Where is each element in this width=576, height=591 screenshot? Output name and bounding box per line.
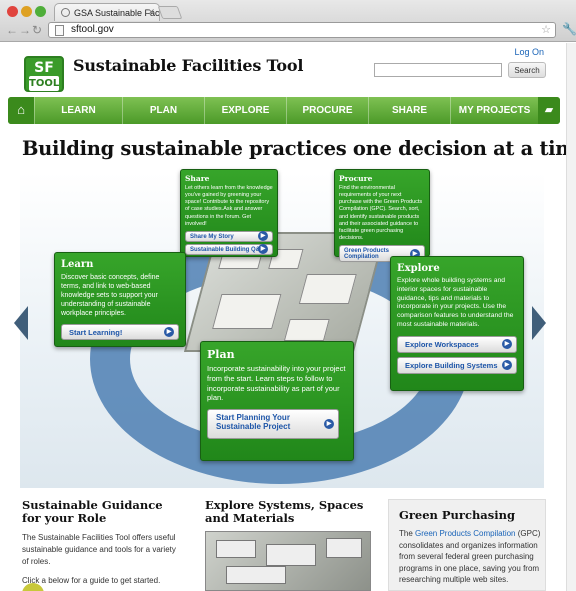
explore-title: Explore	[397, 263, 440, 274]
start-planning-label: Start Planning Your Sustainable Project	[216, 413, 291, 431]
page-content: SF TOOL Sustainable Facilities Tool Log O…	[0, 43, 576, 591]
share-card: Share Let others learn from the knowledg…	[180, 169, 278, 257]
url-text[interactable]: sftool.gov	[71, 24, 114, 35]
start-learning-button[interactable]: Start Learning! ▶	[61, 324, 179, 341]
new-tab-button[interactable]	[157, 6, 183, 19]
nav-procure[interactable]: PROCURE	[286, 97, 368, 124]
carousel-prev-button[interactable]	[14, 306, 28, 340]
wrench-icon[interactable]: 🔧	[562, 22, 576, 36]
minimize-window-button[interactable]	[21, 6, 32, 17]
green-products-compilation-label: Green Products Compilation	[344, 248, 390, 261]
plan-text: Incorporate sustainability into your pro…	[207, 364, 346, 403]
carousel-next-button[interactable]	[532, 306, 546, 340]
logo-text-sf: SF	[34, 60, 54, 76]
learn-title: Learn	[61, 259, 94, 270]
procure-text: Find the environmental requirements of y…	[339, 185, 423, 241]
address-bar[interactable]: sftool.gov ☆	[48, 22, 556, 38]
arrow-right-icon: ▶	[502, 360, 512, 371]
arrow-right-icon: ▶	[258, 231, 268, 242]
sustainable-building-qa-button[interactable]: Sustainable Building Q&A ▶	[185, 243, 273, 255]
logo-text-tool: TOOL	[29, 76, 60, 91]
procure-title: Procure	[339, 174, 373, 183]
systems-section: Explore Systems, Spaces and Materials	[205, 498, 375, 525]
guidance-title: Sustainable Guidance for your Role	[22, 498, 163, 526]
home-icon[interactable]: ⌂	[8, 97, 34, 124]
reload-icon[interactable]: ↻	[32, 23, 42, 37]
share-text: Let others learn from the knowledge you'…	[185, 185, 273, 227]
start-planning-button[interactable]: Start Planning Your Sustainable Project ▶	[207, 409, 339, 439]
vertical-scrollbar[interactable]	[566, 43, 576, 591]
site-title[interactable]: Sustainable Facilities Tool	[73, 56, 303, 75]
systems-thumbnail[interactable]	[205, 531, 371, 591]
globe-icon	[61, 8, 70, 17]
share-my-story-label: Share My Story	[190, 233, 234, 240]
page-icon	[55, 25, 64, 36]
explore-workspaces-label: Explore Workspaces	[405, 339, 479, 349]
browser-chrome: GSA Sustainable Facilites To✕ ← → ↻ sfto…	[0, 0, 576, 42]
plan-title: Plan	[207, 348, 235, 361]
log-on-link[interactable]: Log On	[514, 47, 544, 57]
explore-card: Explore Explore whole building systems a…	[390, 256, 524, 391]
green-text-pre: The	[399, 529, 416, 538]
main-nav: ⌂ LEARN PLAN EXPLORE PROCURE SHARE MY PR…	[8, 97, 560, 124]
guidance-text-2: Click a below for a guide to get started…	[22, 576, 161, 586]
explore-building-systems-label: Explore Building Systems	[405, 360, 498, 370]
gpc-link[interactable]: Green Products Compilation	[415, 529, 516, 538]
nav-learn[interactable]: LEARN	[34, 97, 122, 124]
close-window-button[interactable]	[7, 6, 18, 17]
explore-building-systems-button[interactable]: Explore Building Systems ▶	[397, 356, 517, 374]
guidance-section: Sustainable Guidance for your Role The S…	[22, 498, 182, 587]
sustainable-building-qa-label: Sustainable Building Q&A	[190, 246, 265, 253]
folder-icon[interactable]: ▰	[538, 97, 560, 124]
arrow-right-icon: ▶	[502, 339, 512, 350]
sf-tool-logo[interactable]: SF TOOL	[24, 56, 64, 92]
nav-share[interactable]: SHARE	[368, 97, 450, 124]
guidance-text: The Sustainable Facilities Tool offers u…	[22, 533, 176, 566]
forward-arrow-icon[interactable]: →	[19, 23, 31, 37]
learn-text: Discover basic concepts, define terms, a…	[61, 274, 160, 318]
page-headline: Building sustainable practices one decis…	[22, 137, 576, 160]
share-title: Share	[185, 174, 210, 183]
start-learning-label: Start Learning!	[69, 328, 123, 338]
explore-text: Explore whole building systems and inter…	[397, 277, 514, 329]
arrow-right-icon: ▶	[324, 419, 334, 429]
search-button[interactable]: Search	[508, 62, 546, 78]
search-input[interactable]	[374, 63, 502, 77]
browser-tab[interactable]: GSA Sustainable Facilites To✕	[54, 3, 160, 21]
plan-card: Plan Incorporate sustainability into you…	[200, 341, 354, 461]
tab-close-icon[interactable]: ✕	[147, 7, 155, 18]
green-purchasing-panel: Green Purchasing The Green Products Comp…	[388, 499, 546, 591]
explore-workspaces-button[interactable]: Explore Workspaces ▶	[397, 335, 517, 353]
back-arrow-icon[interactable]: ←	[6, 23, 18, 37]
nav-plan[interactable]: PLAN	[122, 97, 204, 124]
green-purchasing-title: Green Purchasing	[399, 508, 516, 522]
share-my-story-button[interactable]: Share My Story ▶	[185, 230, 273, 242]
green-purchasing-text: The Green Products Compilation (GPC) con…	[399, 528, 541, 586]
arrow-right-icon: ▶	[164, 327, 174, 338]
procure-card: Procure Find the environmental requireme…	[334, 169, 430, 263]
zoom-window-button[interactable]	[35, 6, 46, 17]
learn-card: Learn Discover basic concepts, define te…	[54, 252, 186, 347]
nav-my-projects[interactable]: MY PROJECTS	[450, 97, 538, 124]
arrow-right-icon: ▶	[258, 244, 268, 255]
bookmark-star-icon[interactable]: ☆	[541, 23, 551, 36]
systems-title[interactable]: Explore Systems, Spaces and Materials	[205, 498, 375, 525]
nav-explore[interactable]: EXPLORE	[204, 97, 286, 124]
